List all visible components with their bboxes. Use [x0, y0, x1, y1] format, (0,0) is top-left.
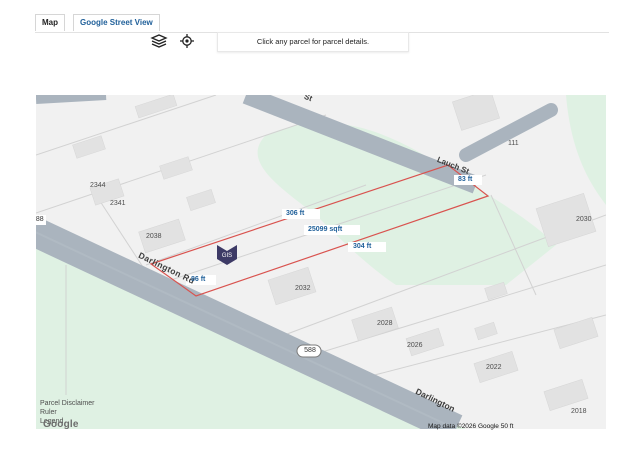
- parcel-hint: Click any parcel for parcel details.: [217, 32, 409, 52]
- parcel-right-length: 83 ft: [458, 176, 473, 183]
- map-canvas[interactable]: GIS Darlington Rd Darlington Lauch St St…: [36, 95, 606, 429]
- parcel-bottom-length: 304 ft: [353, 243, 372, 250]
- parcel-top-length: 306 ft: [286, 210, 305, 217]
- address-label: 2032: [295, 285, 311, 292]
- parcel-area: 25099 sqft: [308, 226, 343, 233]
- svg-text:GIS: GIS: [222, 253, 232, 259]
- map-tabs: Map Google Street View: [35, 14, 609, 33]
- locate-icon: [180, 34, 194, 48]
- route-shield-label: 588: [304, 347, 316, 354]
- parcel-left-length: 86 ft: [191, 276, 206, 283]
- address-label: 2022: [486, 364, 502, 371]
- address-label: 2028: [377, 320, 393, 327]
- route-label-left: 588: [36, 215, 46, 225]
- tab-google-street-view[interactable]: Google Street View: [73, 14, 160, 31]
- map-attribution[interactable]: Map data ©2026 Google 50 ft: [428, 423, 513, 430]
- locate-button[interactable]: [178, 33, 196, 49]
- tab-map[interactable]: Map: [35, 14, 65, 31]
- layers-button[interactable]: [150, 33, 168, 49]
- address-label: 111: [508, 140, 519, 147]
- address-label: 2030: [576, 216, 592, 223]
- address-label: 2018: [571, 408, 587, 415]
- address-label: 2038: [146, 233, 162, 240]
- google-logo: Google: [43, 419, 79, 430]
- address-label: 2341: [110, 200, 126, 207]
- layers-icon: [150, 34, 168, 48]
- road-top-left: [36, 95, 107, 104]
- address-label: 2026: [407, 342, 423, 349]
- map-svg: GIS: [36, 95, 606, 429]
- address-label: 2344: [90, 182, 106, 189]
